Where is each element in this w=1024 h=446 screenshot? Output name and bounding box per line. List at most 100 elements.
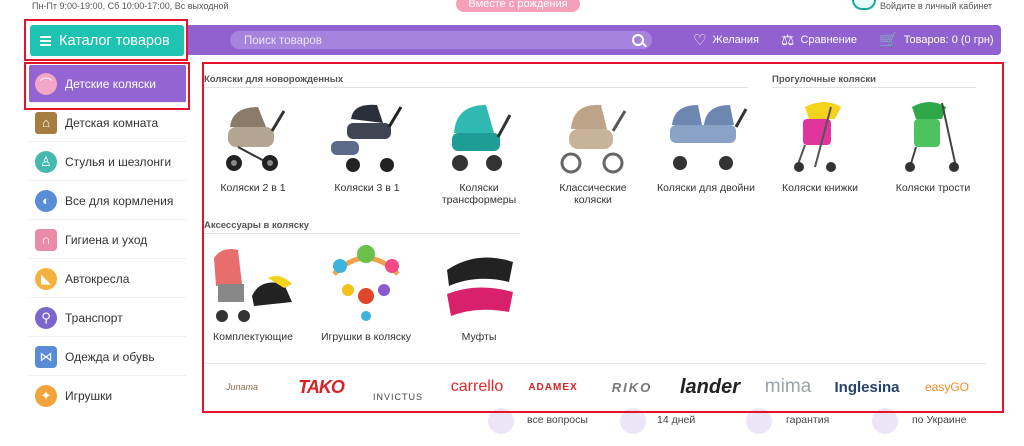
section-title-walking[interactable]: Прогулочные коляски xyxy=(772,74,876,85)
cart-label: Товаров: 0 (0 грн) xyxy=(903,34,994,46)
sidebar-item-label: Детские коляски xyxy=(65,76,156,91)
section-title-newborn[interactable]: Коляски для новорожденных xyxy=(204,74,343,85)
brand-logo-junama[interactable]: Junama xyxy=(218,372,266,402)
search-box[interactable] xyxy=(230,31,652,50)
delivery-icon xyxy=(872,408,898,434)
sidebar-item-label: Детская комната xyxy=(65,115,159,130)
stroller-book-image xyxy=(794,102,841,172)
product-category-3in1[interactable]: Коляски 3 в 1 xyxy=(317,97,417,194)
stroller-twins-image xyxy=(670,105,748,170)
brand-logo-tako[interactable]: TAKO xyxy=(290,372,352,402)
stroller-components-image xyxy=(214,249,292,322)
bicycle-icon: ⚲ xyxy=(35,306,57,329)
compare-link[interactable]: ⚖ Сравнение xyxy=(781,25,857,55)
sidebar-item-label: Одежда и обувь xyxy=(65,349,155,364)
car-seat-icon: ◣ xyxy=(35,267,57,290)
promo-badge[interactable]: Вместе с рождения xyxy=(456,0,580,12)
product-category-twins[interactable]: Коляски для двойни xyxy=(656,97,756,194)
section-title-accessories[interactable]: Аксессуары в коляску xyxy=(204,220,309,231)
product-category-classic[interactable]: Классические коляски xyxy=(543,97,643,206)
sidebar-item-strollers[interactable]: ⌒ Детские коляски xyxy=(29,65,186,103)
divider xyxy=(204,87,748,88)
muff-image xyxy=(447,257,513,316)
toy-icon: ✦ xyxy=(35,385,57,407)
menu-icon xyxy=(40,34,51,48)
product-category-label: Коляски трансформеры xyxy=(441,182,517,206)
product-category-stroller-toys[interactable]: Игрушки в коляску xyxy=(316,244,416,343)
brand-logo-easygo[interactable]: easyGO xyxy=(914,372,980,402)
crib-icon: ⌂ xyxy=(35,111,57,134)
cart-link[interactable]: 🛒 Товаров: 0 (0 грн) xyxy=(879,25,994,55)
brand-logo-riko[interactable]: RIKO xyxy=(600,372,664,402)
stroller-umbrella-image xyxy=(905,102,959,172)
product-category-muffs[interactable]: Муфты xyxy=(429,244,529,343)
product-category-label: Коляски книжки xyxy=(782,182,858,194)
cart-icon: 🛒 xyxy=(879,31,898,49)
stroller-2in1-image xyxy=(226,107,286,171)
product-category-transformers[interactable]: Коляски трансформеры xyxy=(429,97,529,206)
sidebar-item-label: Гигиена и уход xyxy=(65,232,148,247)
heart-icon: ♡ xyxy=(693,31,707,49)
product-category-label: Коляски для двойни xyxy=(657,182,755,194)
stroller-toys-image xyxy=(332,245,400,321)
sidebar-item-clothing[interactable]: ⋈ Одежда и обувь xyxy=(29,338,186,376)
brand-logo-adamex[interactable]: ADAMEX xyxy=(522,372,584,402)
high-chair-icon: ♙ xyxy=(35,150,57,173)
bottle-icon: ◐ xyxy=(35,189,57,212)
benefit-text: 14 дней xyxy=(657,414,696,426)
product-category-components[interactable]: Комплектующие xyxy=(203,244,303,343)
divider xyxy=(204,233,520,234)
diaper-icon: ∩ xyxy=(35,228,57,251)
sidebar-item-toys[interactable]: ✦ Игрушки xyxy=(29,377,186,415)
product-category-2in1[interactable]: Коляски 2 в 1 xyxy=(203,97,303,194)
stroller-classic-image xyxy=(560,104,627,174)
login-link[interactable]: Войдите в личный кабинет xyxy=(880,1,992,11)
support-icon xyxy=(488,408,514,434)
product-category-label: Коляски 2 в 1 xyxy=(220,182,286,194)
divider xyxy=(772,87,976,88)
wishlist-link[interactable]: ♡ Желания xyxy=(693,25,759,55)
product-category-label: Коляски 3 в 1 xyxy=(334,182,400,194)
warranty-icon xyxy=(746,408,772,434)
sidebar-item-label: Игрушки xyxy=(65,389,113,403)
stroller-icon: ⌒ xyxy=(35,72,57,95)
benefit-text: гарантия xyxy=(786,414,830,426)
search-icon[interactable] xyxy=(632,34,644,46)
product-category-label: Муфты xyxy=(461,331,497,343)
brand-logo-inglesina[interactable]: Inglesina xyxy=(834,372,900,402)
category-sidebar: ⌒ Детские коляски ⌂ Детская комната ♙ Ст… xyxy=(29,63,186,415)
product-category-book[interactable]: Коляски книжки xyxy=(770,97,870,194)
scales-icon: ⚖ xyxy=(781,31,795,49)
sidebar-item-transport[interactable]: ⚲ Транспорт xyxy=(29,299,186,337)
stroller-transformer-image xyxy=(452,105,512,171)
search-input[interactable] xyxy=(242,32,626,50)
working-hours: Пн-Пт 9:00-19:00, Сб 10:00-17:00, Вс вых… xyxy=(32,1,229,11)
sidebar-item-label: Стулья и шезлонги xyxy=(65,154,172,169)
sidebar-item-label: Все для кормления xyxy=(65,193,174,208)
brand-logo-invictus[interactable]: INVICTUS xyxy=(372,372,424,402)
catalog-button-label: Каталог товаров xyxy=(59,32,170,49)
sidebar-item-label: Транспорт xyxy=(65,310,123,325)
brands-divider xyxy=(202,363,986,364)
sidebar-item-chairs[interactable]: ♙ Стулья и шезлонги xyxy=(29,143,186,181)
compare-label: Сравнение xyxy=(800,34,858,46)
bow-icon: ⋈ xyxy=(35,345,57,368)
sidebar-item-kids-room[interactable]: ⌂ Детская комната xyxy=(29,104,186,142)
product-category-label: Классические коляски xyxy=(559,182,627,206)
product-category-label: Комплектующие xyxy=(213,331,293,343)
brand-logo-carrello[interactable]: carrello xyxy=(446,372,508,402)
top-bar: Пн-Пт 9:00-19:00, Сб 10:00-17:00, Вс вых… xyxy=(0,0,1024,18)
wishlist-label: Желания xyxy=(712,34,759,46)
sidebar-item-feeding[interactable]: ◐ Все для кормления xyxy=(29,182,186,220)
catalog-button[interactable]: Каталог товаров xyxy=(30,25,184,56)
return-icon xyxy=(620,408,646,434)
sidebar-item-label: Автокресла xyxy=(65,271,130,286)
product-category-umbrella[interactable]: Коляски трости xyxy=(883,97,983,194)
account-icon[interactable] xyxy=(852,0,876,10)
sidebar-item-hygiene[interactable]: ∩ Гигиена и уход xyxy=(29,221,186,259)
product-category-label: Игрушки в коляску xyxy=(321,331,411,343)
sidebar-item-car-seats[interactable]: ◣ Автокресла xyxy=(29,260,186,298)
stroller-3in1-image xyxy=(331,104,403,172)
brand-logo-mima[interactable]: mima xyxy=(758,372,818,402)
brand-logo-lander[interactable]: lander xyxy=(678,372,742,402)
